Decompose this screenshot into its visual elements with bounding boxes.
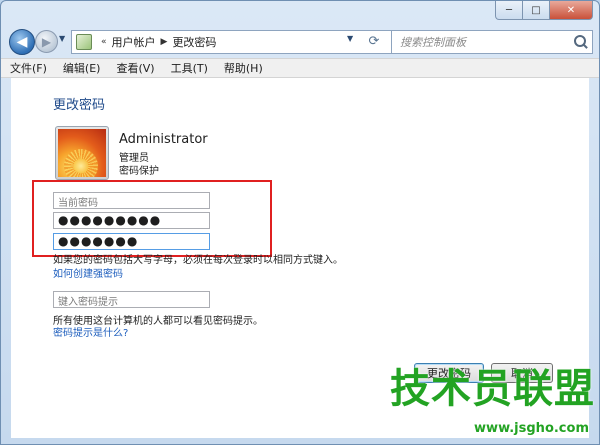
breadcrumb-user-accounts[interactable]: 用户帐户 — [112, 34, 156, 50]
minimize-button[interactable]: ─ — [495, 1, 523, 20]
highlight-box — [32, 180, 272, 257]
control-panel-window: ─ □ ✕ ◀ ▶ ▼ « 用户帐户 ▶ 更改密码 ▼ ⟳ 搜索控制面板 文件(… — [0, 0, 600, 445]
strong-password-link[interactable]: 如何创建强密码 — [53, 265, 123, 280]
menu-view[interactable]: 查看(V) — [109, 60, 161, 76]
watermark-url: www.jsgho.com — [474, 421, 589, 436]
refresh-icon[interactable]: ⟳ — [363, 30, 385, 52]
menu-file[interactable]: 文件(F) — [3, 60, 54, 76]
address-bar[interactable]: « 用户帐户 ▶ 更改密码 — [71, 30, 393, 54]
case-sensitivity-note: 如果您的密码包括大写字母，必须在每次登录时以相同方式键入。 — [53, 255, 343, 266]
breadcrumb-change-password[interactable]: 更改密码 — [172, 34, 216, 50]
address-dropdown-icon[interactable]: ▼ — [347, 34, 353, 43]
back-button[interactable]: ◀ — [9, 29, 35, 55]
menu-tools[interactable]: 工具(T) — [164, 60, 215, 76]
menu-edit[interactable]: 编辑(E) — [56, 60, 108, 76]
breadcrumb-arrow-icon[interactable]: ▶ — [161, 37, 168, 47]
forward-button[interactable]: ▶ — [35, 30, 58, 53]
password-hint-input[interactable]: 键入密码提示 — [53, 291, 210, 308]
close-button[interactable]: ✕ — [549, 1, 593, 20]
search-box[interactable]: 搜索控制面板 — [391, 30, 593, 54]
page-title: 更改密码 — [53, 98, 106, 113]
user-avatar — [55, 126, 109, 180]
control-panel-icon — [76, 34, 92, 50]
password-hint-link[interactable]: 密码提示是什么? — [53, 324, 128, 339]
maximize-button[interactable]: □ — [522, 1, 550, 20]
user-protection-status: 密码保护 — [119, 166, 159, 177]
flower-picture-icon — [58, 129, 106, 177]
recent-pages-dropdown-icon[interactable]: ▼ — [59, 34, 65, 43]
breadcrumb-separator-icon[interactable]: « — [101, 37, 107, 47]
menu-bar: 文件(F) 编辑(E) 查看(V) 工具(T) 帮助(H) — [1, 58, 599, 78]
search-placeholder: 搜索控制面板 — [400, 36, 466, 49]
user-name: Administrator — [119, 132, 208, 147]
navigation-bar: ◀ ▶ ▼ « 用户帐户 ▶ 更改密码 ▼ ⟳ 搜索控制面板 — [7, 25, 595, 57]
menu-help[interactable]: 帮助(H) — [217, 60, 270, 76]
caption-buttons: ─ □ ✕ — [495, 1, 593, 20]
search-icon[interactable] — [574, 35, 586, 47]
watermark-brand: 技术员联盟 — [390, 366, 595, 412]
